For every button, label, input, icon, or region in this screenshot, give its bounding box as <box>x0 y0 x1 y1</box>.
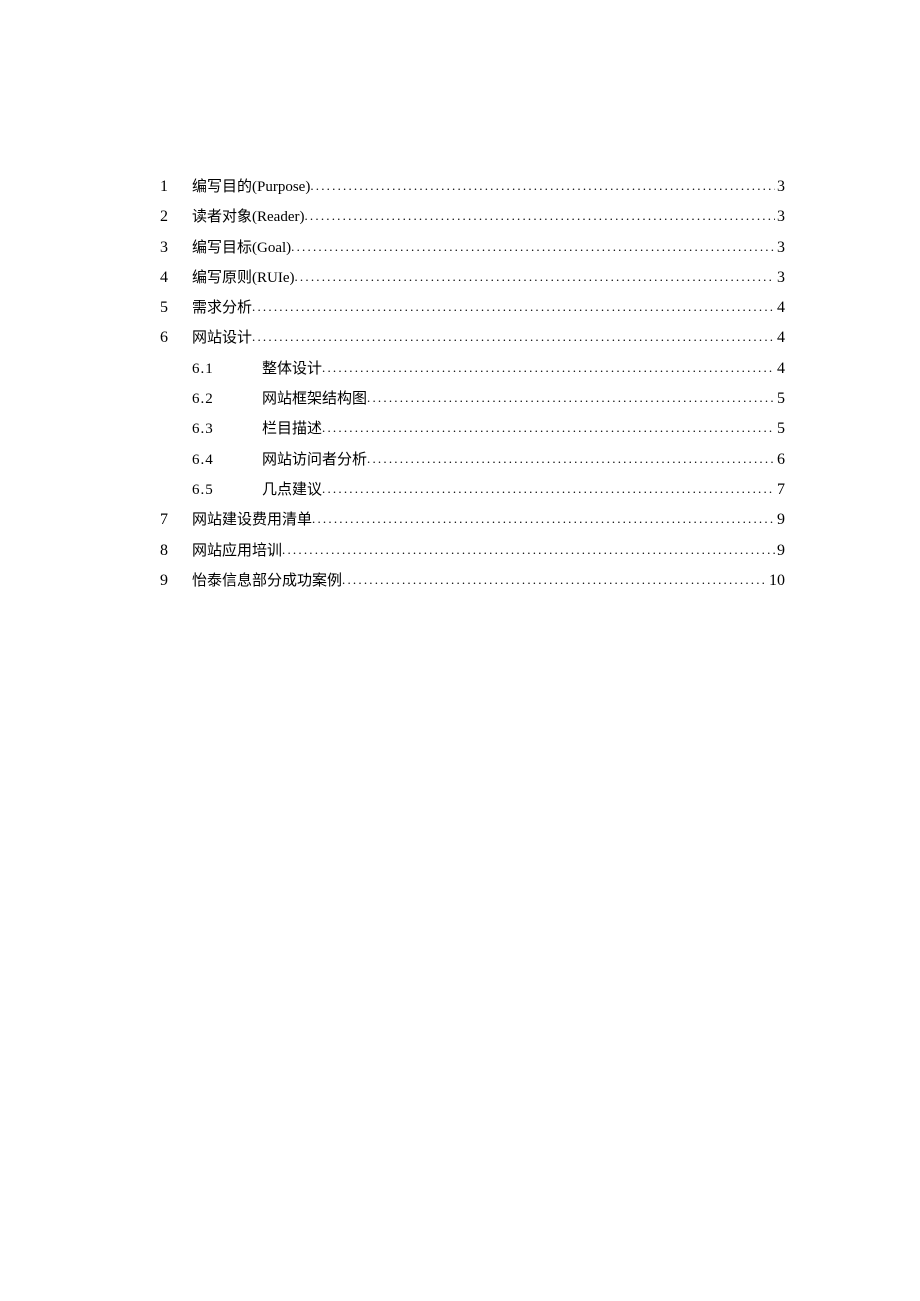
toc-leader-dots <box>304 206 775 226</box>
toc-entry-page: 3 <box>775 236 785 261</box>
toc-entry: 8 网站应用培训 9 <box>160 539 785 564</box>
toc-entry-number: 6.1 <box>192 358 262 381</box>
toc-entry-number: 6.5 <box>192 479 262 502</box>
toc-entry-title: 网站建设费用清单 <box>192 509 312 532</box>
toc-leader-dots <box>322 418 775 438</box>
toc-entry-page: 10 <box>767 569 785 594</box>
toc-leader-dots <box>342 570 767 590</box>
toc-entry-number: 2 <box>160 205 192 230</box>
toc-entry-title: 读者对象(Reader) <box>192 206 304 229</box>
toc-leader-dots <box>282 540 775 560</box>
toc-entry-page: 4 <box>775 326 785 351</box>
toc-entry: 1 编写目的(Purpose) 3 <box>160 175 785 200</box>
toc-leader-dots <box>322 479 775 499</box>
toc-entry-title: 网站访问者分析 <box>262 449 367 472</box>
toc-entry-title: 编写原则(RUIe) <box>192 267 294 290</box>
toc-entry-page: 5 <box>775 417 785 442</box>
toc-entry-title: 几点建议 <box>262 479 322 502</box>
toc-entry: 7 网站建设费用清单 9 <box>160 508 785 533</box>
toc-leader-dots <box>252 297 775 317</box>
toc-entry: 2 读者对象(Reader) 3 <box>160 205 785 230</box>
toc-entry-number: 6.4 <box>192 449 262 472</box>
toc-leader-dots <box>322 358 775 378</box>
toc-entry-page: 6 <box>775 448 785 473</box>
toc-entry-number: 6.3 <box>192 418 262 441</box>
toc-entry-page: 4 <box>775 357 785 382</box>
toc-subentry: 6.5 几点建议 7 <box>160 478 785 503</box>
toc-entry-number: 6.2 <box>192 388 262 411</box>
toc-entry: 4 编写原则(RUIe) 3 <box>160 266 785 291</box>
toc-entry-page: 9 <box>775 539 785 564</box>
toc-entry-number: 3 <box>160 236 192 261</box>
toc-entry-title: 怡泰信息部分成功案例 <box>192 570 342 593</box>
toc-entry-number: 7 <box>160 508 192 533</box>
toc-entry-page: 4 <box>775 296 785 321</box>
toc-subentry: 6.1 整体设计 4 <box>160 357 785 382</box>
toc-leader-dots <box>291 237 775 257</box>
toc-entry-title: 网站设计 <box>192 327 252 350</box>
toc-entry-title: 网站应用培训 <box>192 540 282 563</box>
toc-entry-number: 8 <box>160 539 192 564</box>
toc-entry-number: 5 <box>160 296 192 321</box>
toc-entry-page: 3 <box>775 266 785 291</box>
toc-entry-title: 需求分析 <box>192 297 252 320</box>
toc-entry: 6 网站设计 4 <box>160 326 785 351</box>
toc-entry-title: 编写目标(Goal) <box>192 237 291 260</box>
toc-leader-dots <box>310 176 775 196</box>
toc-entry-title: 编写目的(Purpose) <box>192 176 310 199</box>
toc-entry: 9 怡泰信息部分成功案例 10 <box>160 569 785 594</box>
toc-entry-title: 网站框架结构图 <box>262 388 367 411</box>
toc-subentry: 6.2 网站框架结构图 5 <box>160 387 785 412</box>
table-of-contents: 1 编写目的(Purpose) 3 2 读者对象(Reader) 3 3 编写目… <box>160 175 785 594</box>
toc-entry-page: 9 <box>775 508 785 533</box>
toc-entry-number: 6 <box>160 326 192 351</box>
toc-entry-title: 整体设计 <box>262 358 322 381</box>
toc-entry-page: 3 <box>775 205 785 230</box>
toc-subentry: 6.3 栏目描述 5 <box>160 417 785 442</box>
toc-entry: 3 编写目标(Goal) 3 <box>160 236 785 261</box>
toc-leader-dots <box>312 509 775 529</box>
toc-leader-dots <box>294 267 775 287</box>
toc-entry-title: 栏目描述 <box>262 418 322 441</box>
toc-entry-number: 9 <box>160 569 192 594</box>
toc-entry-page: 3 <box>775 175 785 200</box>
toc-entry-number: 4 <box>160 266 192 291</box>
toc-leader-dots <box>367 449 775 469</box>
toc-entry-page: 5 <box>775 387 785 412</box>
toc-entry-number: 1 <box>160 175 192 200</box>
toc-subentry: 6.4 网站访问者分析 6 <box>160 448 785 473</box>
toc-leader-dots <box>252 327 775 347</box>
toc-entry: 5 需求分析 4 <box>160 296 785 321</box>
toc-leader-dots <box>367 388 775 408</box>
toc-entry-page: 7 <box>775 478 785 503</box>
